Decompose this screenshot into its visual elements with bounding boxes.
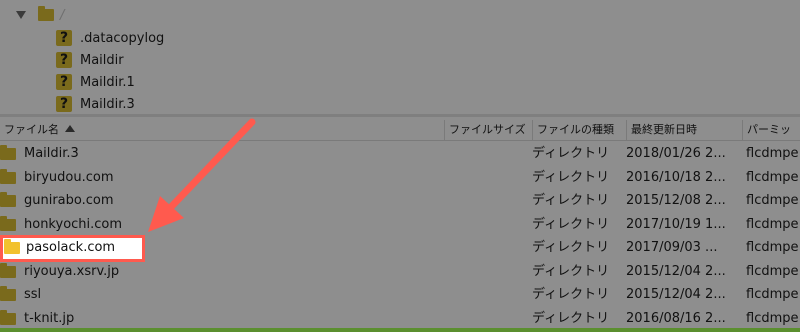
file-date: 2017/09/03 ... xyxy=(626,240,718,255)
file-name: pasolack.com xyxy=(26,240,116,255)
file-date: 2015/12/04 2... xyxy=(626,287,726,302)
file-permissions: flcdmpe xyxy=(746,310,799,326)
file-name: biryudou.com xyxy=(24,169,114,185)
file-type: ディレクトリ xyxy=(532,169,610,185)
file-permissions: flcdmpe xyxy=(746,169,799,185)
file-type: ディレクトリ xyxy=(532,310,610,326)
column-header-filesize[interactable]: ファイルサイズ xyxy=(444,120,532,140)
column-header-filename[interactable]: ファイル名 xyxy=(0,120,444,140)
disclosure-triangle-icon[interactable] xyxy=(16,11,26,19)
unknown-item-icon: ? xyxy=(56,52,72,68)
column-header-modified-label: 最終更新日時 xyxy=(631,123,697,136)
column-header-modified[interactable]: 最終更新日時 xyxy=(626,120,742,140)
tree-item[interactable]: ? Maildir.1 xyxy=(56,72,135,92)
file-name: honkyochi.com xyxy=(24,216,123,232)
file-name: t-knit.jp xyxy=(24,310,75,326)
folder-icon xyxy=(0,286,16,301)
file-date: 2016/08/16 2... xyxy=(626,310,726,326)
file-browser-window: / ? .datacopylog ? Maildir ? Maildir.1 ?… xyxy=(0,0,800,332)
file-date: 2015/12/08 2... xyxy=(626,193,726,208)
tree-item[interactable]: ? Maildir.3 xyxy=(56,94,135,114)
tree-item-label: Maildir.1 xyxy=(80,74,135,90)
folder-icon xyxy=(0,262,16,278)
tree-item[interactable]: ? .datacopylog xyxy=(56,28,164,48)
file-date: 2016/10/18 2... xyxy=(626,169,726,185)
file-type: ディレクトリ xyxy=(532,146,610,161)
file-permissions: flcdmpe xyxy=(746,216,799,232)
table-row[interactable]: gunirabo.com ディレクトリ 2015/12/08 2... flcd… xyxy=(0,189,800,213)
file-name: Maildir.3 xyxy=(24,146,79,161)
unknown-item-icon: ? xyxy=(56,30,72,46)
folder-icon xyxy=(0,192,16,207)
file-permissions: flcdmpe xyxy=(746,240,799,255)
tree-root-label: / xyxy=(60,7,65,23)
folder-icon xyxy=(38,6,54,21)
column-header-filesize-label: ファイルサイズ xyxy=(449,123,526,136)
file-name: ssl xyxy=(24,287,42,302)
file-list-pane: ファイル名 ファイルサイズ ファイルの種類 最終更新日時 パーミッ Maildi… xyxy=(0,117,800,332)
tree-item-label: Maildir.3 xyxy=(80,96,135,112)
sort-ascending-icon xyxy=(65,125,75,132)
tree-root-node[interactable]: / xyxy=(16,6,64,24)
folder-icon xyxy=(0,309,16,325)
file-type: ディレクトリ xyxy=(532,193,610,208)
table-row[interactable]: honkyochi.com ディレクトリ 2017/10/19 1... flc… xyxy=(0,213,800,237)
table-row[interactable]: ssl ディレクトリ 2015/12/04 2... flcdmpe xyxy=(0,283,800,307)
folder-icon xyxy=(0,215,16,231)
table-row[interactable]: t-knit.jp ディレクトリ 2016/08/16 2... flcdmpe xyxy=(0,307,800,331)
table-row-highlighted[interactable]: pasolack.com ディレクトリ 2017/09/03 ... flcdm… xyxy=(0,235,800,262)
unknown-item-icon: ? xyxy=(56,96,72,112)
file-type: ディレクトリ xyxy=(532,216,610,232)
column-header-filename-label: ファイル名 xyxy=(4,123,59,136)
directory-tree-pane: / ? .datacopylog ? Maildir ? Maildir.1 ?… xyxy=(0,0,800,114)
column-header-row: ファイル名 ファイルサイズ ファイルの種類 最終更新日時 パーミッ xyxy=(0,120,800,141)
unknown-item-icon: ? xyxy=(56,74,72,90)
file-name: riyouya.xsrv.jp xyxy=(24,263,120,279)
file-permissions: flcdmpe xyxy=(746,146,799,161)
tree-item-label: Maildir xyxy=(80,52,124,68)
folder-icon xyxy=(0,168,16,184)
file-date: 2017/10/19 1... xyxy=(626,216,726,232)
file-type: ディレクトリ xyxy=(532,287,610,302)
folder-icon xyxy=(4,239,20,254)
file-date: 2018/01/26 2... xyxy=(626,146,726,161)
column-header-filetype[interactable]: ファイルの種類 xyxy=(532,120,626,140)
file-type: ディレクトリ xyxy=(532,263,610,279)
file-rows: Maildir.3 ディレクトリ 2018/01/26 2... flcdmpe… xyxy=(0,142,800,330)
file-permissions: flcdmpe xyxy=(746,263,799,279)
file-date: 2015/12/04 2... xyxy=(626,263,726,279)
column-header-permissions-label: パーミッ xyxy=(747,123,791,136)
column-header-permissions[interactable]: パーミッ xyxy=(742,120,800,140)
file-type: ディレクトリ xyxy=(532,240,610,255)
column-header-filetype-label: ファイルの種類 xyxy=(537,123,614,136)
status-strip xyxy=(0,328,800,332)
table-row[interactable]: biryudou.com ディレクトリ 2016/10/18 2... flcd… xyxy=(0,166,800,190)
table-row[interactable]: Maildir.3 ディレクトリ 2018/01/26 2... flcdmpe xyxy=(0,142,800,166)
tree-item-label: .datacopylog xyxy=(80,30,165,46)
file-permissions: flcdmpe xyxy=(746,287,799,302)
file-name: gunirabo.com xyxy=(24,193,114,208)
tree-item[interactable]: ? Maildir xyxy=(56,50,124,70)
file-permissions: flcdmpe xyxy=(746,193,799,208)
folder-icon xyxy=(0,145,16,160)
table-row[interactable]: riyouya.xsrv.jp ディレクトリ 2015/12/04 2... f… xyxy=(0,260,800,284)
